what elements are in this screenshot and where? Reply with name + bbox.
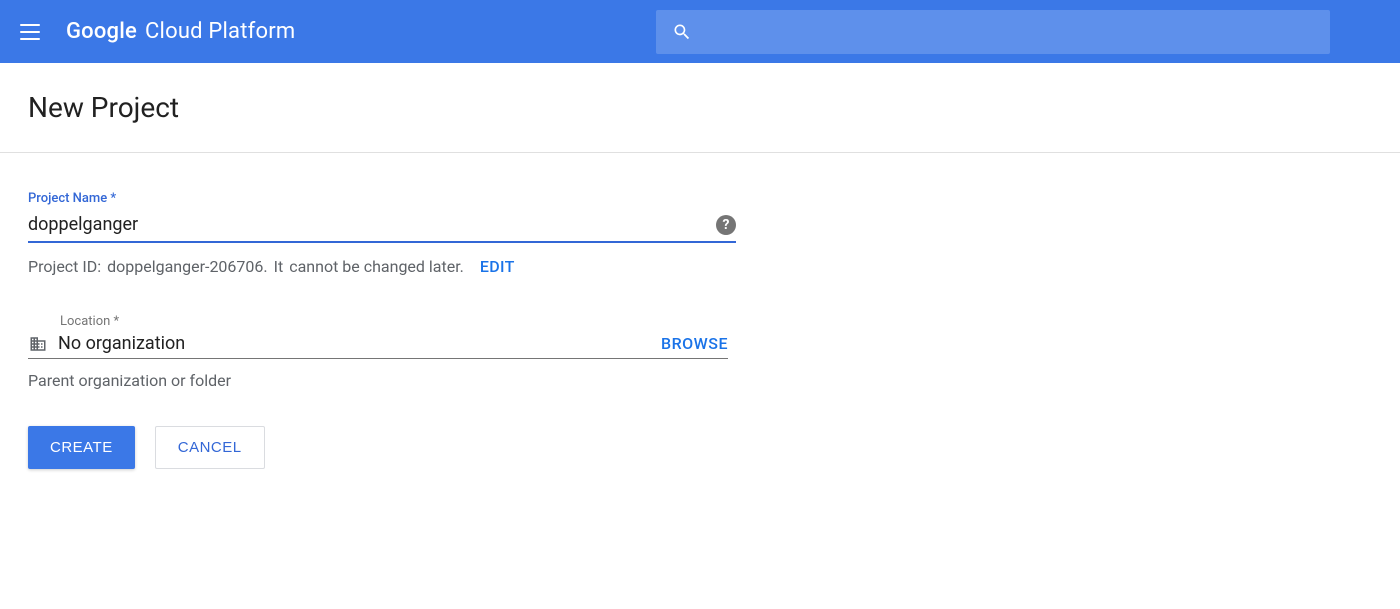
location-input-row: No organization BROWSE: [28, 333, 728, 359]
product-logo[interactable]: Google Cloud Platform: [66, 19, 295, 44]
location-field-group: Location * No organization BROWSE Parent…: [28, 314, 732, 390]
location-value: No organization: [58, 333, 661, 354]
new-project-form: Project Name * ? Project ID: doppelgange…: [0, 153, 760, 507]
project-id-note-bold: cannot be changed later.: [289, 257, 464, 276]
project-name-field-group: Project Name * ? Project ID: doppelgange…: [28, 191, 732, 276]
search-input[interactable]: [656, 10, 1330, 54]
organization-icon: [28, 335, 48, 353]
project-name-input-row: ?: [28, 210, 736, 243]
hamburger-menu-icon[interactable]: [20, 20, 44, 44]
form-button-row: CREATE CANCEL: [28, 426, 732, 469]
browse-location-link[interactable]: BROWSE: [661, 334, 728, 353]
edit-project-id-link[interactable]: EDIT: [480, 257, 515, 276]
help-icon[interactable]: ?: [716, 215, 736, 235]
project-name-input[interactable]: [28, 210, 716, 239]
project-id-label: Project ID:: [28, 257, 101, 276]
project-name-label: Project Name *: [28, 191, 732, 206]
search-icon: [672, 22, 692, 42]
project-id-note-prefix: It: [274, 257, 284, 276]
cancel-button[interactable]: CANCEL: [155, 426, 265, 469]
top-header: Google Cloud Platform: [0, 0, 1400, 63]
location-label: Location *: [60, 314, 732, 329]
page-title-section: New Project: [0, 63, 1400, 153]
location-helper-text: Parent organization or folder: [28, 371, 732, 390]
project-id-row: Project ID: doppelganger-206706. It cann…: [28, 257, 732, 276]
logo-platform-text: Cloud Platform: [145, 19, 295, 44]
create-button[interactable]: CREATE: [28, 426, 135, 469]
page-title: New Project: [28, 91, 1372, 124]
logo-google-text: Google: [66, 19, 137, 44]
project-id-value: doppelganger-206706.: [107, 257, 268, 276]
